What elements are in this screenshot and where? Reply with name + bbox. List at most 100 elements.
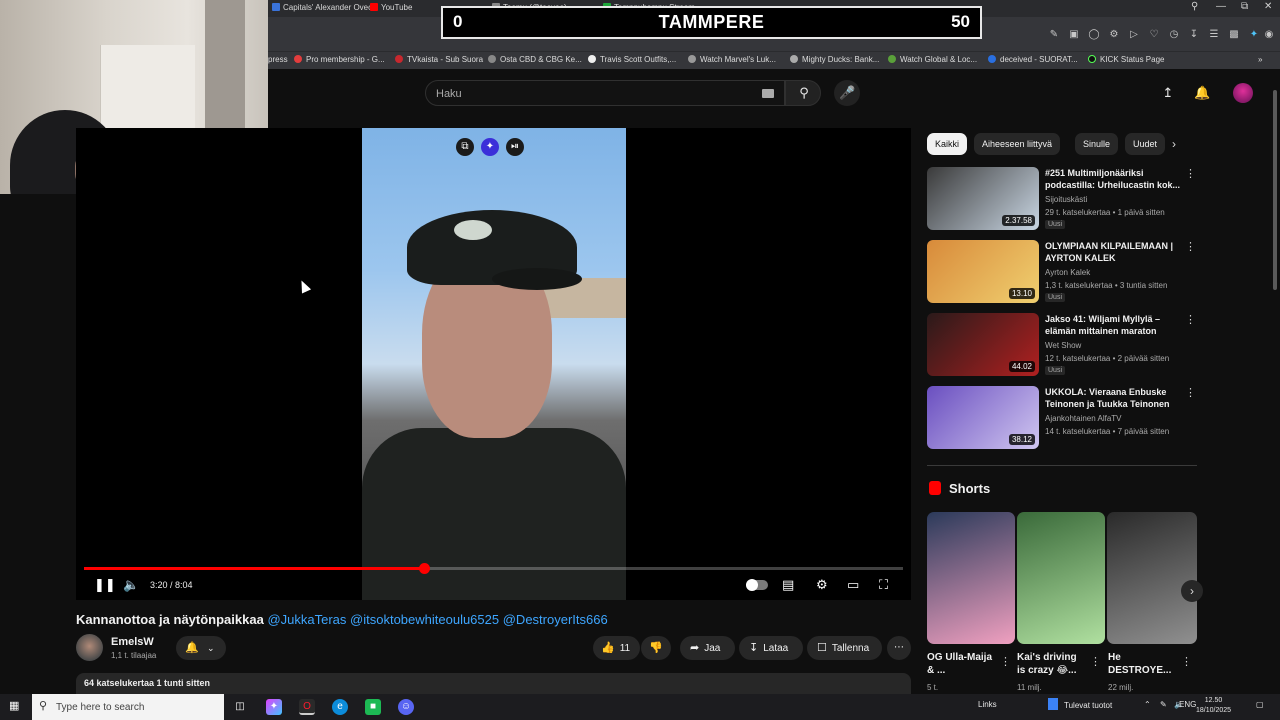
short-thumbnail[interactable] xyxy=(927,512,1015,644)
subscription-bell-button[interactable]: 🔔 ⌄ xyxy=(176,636,226,660)
tab-capitals[interactable]: Capitals' Alexander Ovech xyxy=(272,0,377,17)
recommendation-item[interactable]: 44.02 Jakso 41: Wiljami Myllylä – elämän… xyxy=(927,313,1197,377)
subtitles-icon[interactable]: ▤ xyxy=(782,578,794,592)
recommendation-channel[interactable]: Sijoituskästi xyxy=(1045,195,1087,204)
short-title[interactable]: OG Ulla-Maija & ... xyxy=(927,651,995,677)
search-box[interactable] xyxy=(425,80,785,106)
video-thumbnail[interactable]: 2.37.58 xyxy=(927,167,1039,230)
chevron-right-icon[interactable]: › xyxy=(1181,580,1203,602)
copilot-icon[interactable]: ✦ xyxy=(266,699,282,715)
screenshot-icon[interactable]: ▣ xyxy=(1068,29,1080,41)
chevron-right-icon[interactable]: › xyxy=(1172,137,1176,151)
upload-icon[interactable]: ↥ xyxy=(1160,85,1176,101)
extension-icon[interactable]: ✦ xyxy=(1248,29,1260,41)
recommendation-channel[interactable]: Ajankohtainen AlfaTV xyxy=(1045,414,1122,423)
language-indicator[interactable]: ENG xyxy=(1179,700,1196,709)
copy-icon[interactable]: ⧉ xyxy=(456,138,474,156)
chevron-up-icon[interactable]: ⌃ xyxy=(1144,700,1151,709)
chip-new[interactable]: Uudet xyxy=(1125,133,1165,155)
recommendation-item[interactable]: 2.37.58 #251 Multimiljonääriksi podcasti… xyxy=(927,167,1197,231)
more-vert-icon[interactable]: ⋮ xyxy=(1185,167,1196,180)
video-thumbnail[interactable]: 38.12 xyxy=(927,386,1039,449)
tab-youtube[interactable]: YouTube xyxy=(370,0,412,17)
shield-icon[interactable]: ◯ xyxy=(1088,29,1100,41)
recommendation-title[interactable]: UKKOLA: Vieraana Enbuske Teinonen ja Tuu… xyxy=(1045,386,1183,410)
chip-for-you[interactable]: Sinulle xyxy=(1075,133,1119,155)
windows-start-icon[interactable]: ▦ xyxy=(9,700,22,713)
heart-icon[interactable]: ♡ xyxy=(1148,29,1160,41)
download-icon[interactable]: ↧ xyxy=(1188,29,1200,41)
bookmark-item[interactable]: Travis Scott Outfits,... xyxy=(588,55,676,64)
video-thumbnail[interactable]: 44.02 xyxy=(927,313,1039,376)
taskbar-search-input[interactable] xyxy=(56,699,216,715)
play-icon[interactable]: ▷ xyxy=(1128,29,1140,41)
opera-icon[interactable]: O xyxy=(299,699,315,715)
page-scrollbar[interactable] xyxy=(1273,90,1277,290)
download-button[interactable]: ↧ Lataa xyxy=(739,636,803,660)
description-box[interactable]: 64 katselukertaa 1 tunti sitten xyxy=(76,673,911,695)
like-button[interactable]: 👍 11 xyxy=(593,636,640,660)
bookmark-item[interactable]: Mighty Ducks: Bank... xyxy=(790,55,879,64)
channel-avatar[interactable] xyxy=(76,634,103,661)
chip-related[interactable]: Aiheeseen liittyvä xyxy=(974,133,1061,155)
recommendation-item[interactable]: 38.12 UKKOLA: Vieraana Enbuske Teinonen … xyxy=(927,386,1197,450)
mention-link[interactable]: @itsoktobewhiteoulu6525 xyxy=(350,612,499,627)
dislike-button[interactable]: 👎 xyxy=(641,636,671,660)
notification-center-icon[interactable]: ▢ xyxy=(1256,700,1264,709)
recommendation-title[interactable]: OLYMPIAAN KILPAILEMAAN | AYRTON KALEK xyxy=(1045,240,1183,264)
bookmark-item[interactable]: Osta CBD & CBG Ke... xyxy=(488,55,582,64)
profile-icon[interactable]: ◉ xyxy=(1263,29,1275,41)
volume-icon[interactable]: 🔈 xyxy=(123,578,139,592)
notifications-icon[interactable]: 🔔 xyxy=(1194,85,1210,101)
pause-icon[interactable]: ❚❚ xyxy=(94,578,116,592)
recommendation-title[interactable]: #251 Multimiljonääriksi podcastilla: Urh… xyxy=(1045,167,1183,191)
save-button[interactable]: ☐ Tallenna xyxy=(807,636,882,660)
close-icon[interactable]: ✕ xyxy=(1264,1,1272,12)
bookmarks-overflow-icon[interactable]: » xyxy=(1258,55,1262,64)
skip-icon[interactable]: ⏯ xyxy=(506,138,524,156)
bookmark-item[interactable]: Watch Marvel's Luk... xyxy=(688,55,776,64)
chip-all[interactable]: Kaikki xyxy=(927,133,968,155)
news-widget[interactable]: Tulevat tuotot xyxy=(1048,698,1112,710)
fullscreen-icon[interactable]: ⛶ xyxy=(879,578,888,592)
settings-icon[interactable]: ⚙ xyxy=(1108,29,1120,41)
search-button[interactable]: ⚲ xyxy=(785,80,821,106)
more-vert-icon[interactable]: ⋮ xyxy=(1185,386,1196,399)
more-vert-icon[interactable]: ⋮ xyxy=(1181,655,1192,668)
theater-mode-icon[interactable]: ▭ xyxy=(847,578,859,592)
more-vert-icon[interactable]: ⋮ xyxy=(1000,655,1011,668)
progress-bar[interactable] xyxy=(84,563,903,574)
edge-icon[interactable]: e xyxy=(332,699,348,715)
minimize-icon[interactable]: — xyxy=(1216,1,1226,12)
recommendation-channel[interactable]: Wet Show xyxy=(1045,341,1081,350)
channel-name[interactable]: EmelsW xyxy=(111,636,154,648)
ai-sparkle-icon[interactable]: ✦ xyxy=(481,138,499,156)
short-title[interactable]: He DESTROYE... xyxy=(1108,651,1171,677)
short-thumbnail[interactable] xyxy=(1107,512,1197,644)
mention-link[interactable]: @DestroyerIts666 xyxy=(503,612,608,627)
recommendation-item[interactable]: 13.10 OLYMPIAAN KILPAILEMAAN | AYRTON KA… xyxy=(927,240,1197,304)
taskbar-search[interactable]: ⚲ xyxy=(32,694,224,720)
edit-icon[interactable]: ✎ xyxy=(1048,29,1060,41)
short-title[interactable]: Kai's driving is crazy 😂... xyxy=(1017,651,1085,677)
video-frame[interactable]: ⧉ ✦ ⏯ xyxy=(362,128,626,600)
links-toolbar[interactable]: Links xyxy=(978,700,997,709)
short-thumbnail[interactable] xyxy=(1017,512,1105,644)
more-vert-icon[interactable]: ⋮ xyxy=(1185,240,1196,253)
app-icon[interactable]: ■ xyxy=(365,699,381,715)
avatar[interactable] xyxy=(1233,83,1253,103)
bookmark-item[interactable]: Pro membership - G... xyxy=(294,55,385,64)
mention-link[interactable]: @JukkaTeras xyxy=(267,612,346,627)
history-icon[interactable]: ◷ xyxy=(1168,29,1180,41)
bookmark-item[interactable]: TVkaista - Sub Suora xyxy=(395,55,483,64)
restore-icon[interactable]: ⧉ xyxy=(1241,1,1248,12)
task-view-icon[interactable]: ◫ xyxy=(232,699,248,715)
more-actions-button[interactable]: ⋯ xyxy=(887,636,911,660)
bookmark-item[interactable]: deceived - SUORAT... xyxy=(988,55,1078,64)
pen-icon[interactable]: ✎ xyxy=(1160,700,1167,709)
bookmark-item[interactable]: Watch Global & Loc... xyxy=(888,55,977,64)
voice-search-button[interactable]: 🎤 xyxy=(834,80,860,106)
discord-icon[interactable]: ☺ xyxy=(398,699,414,715)
keyboard-icon[interactable] xyxy=(762,89,774,98)
more-vert-icon[interactable]: ⋮ xyxy=(1090,655,1101,668)
